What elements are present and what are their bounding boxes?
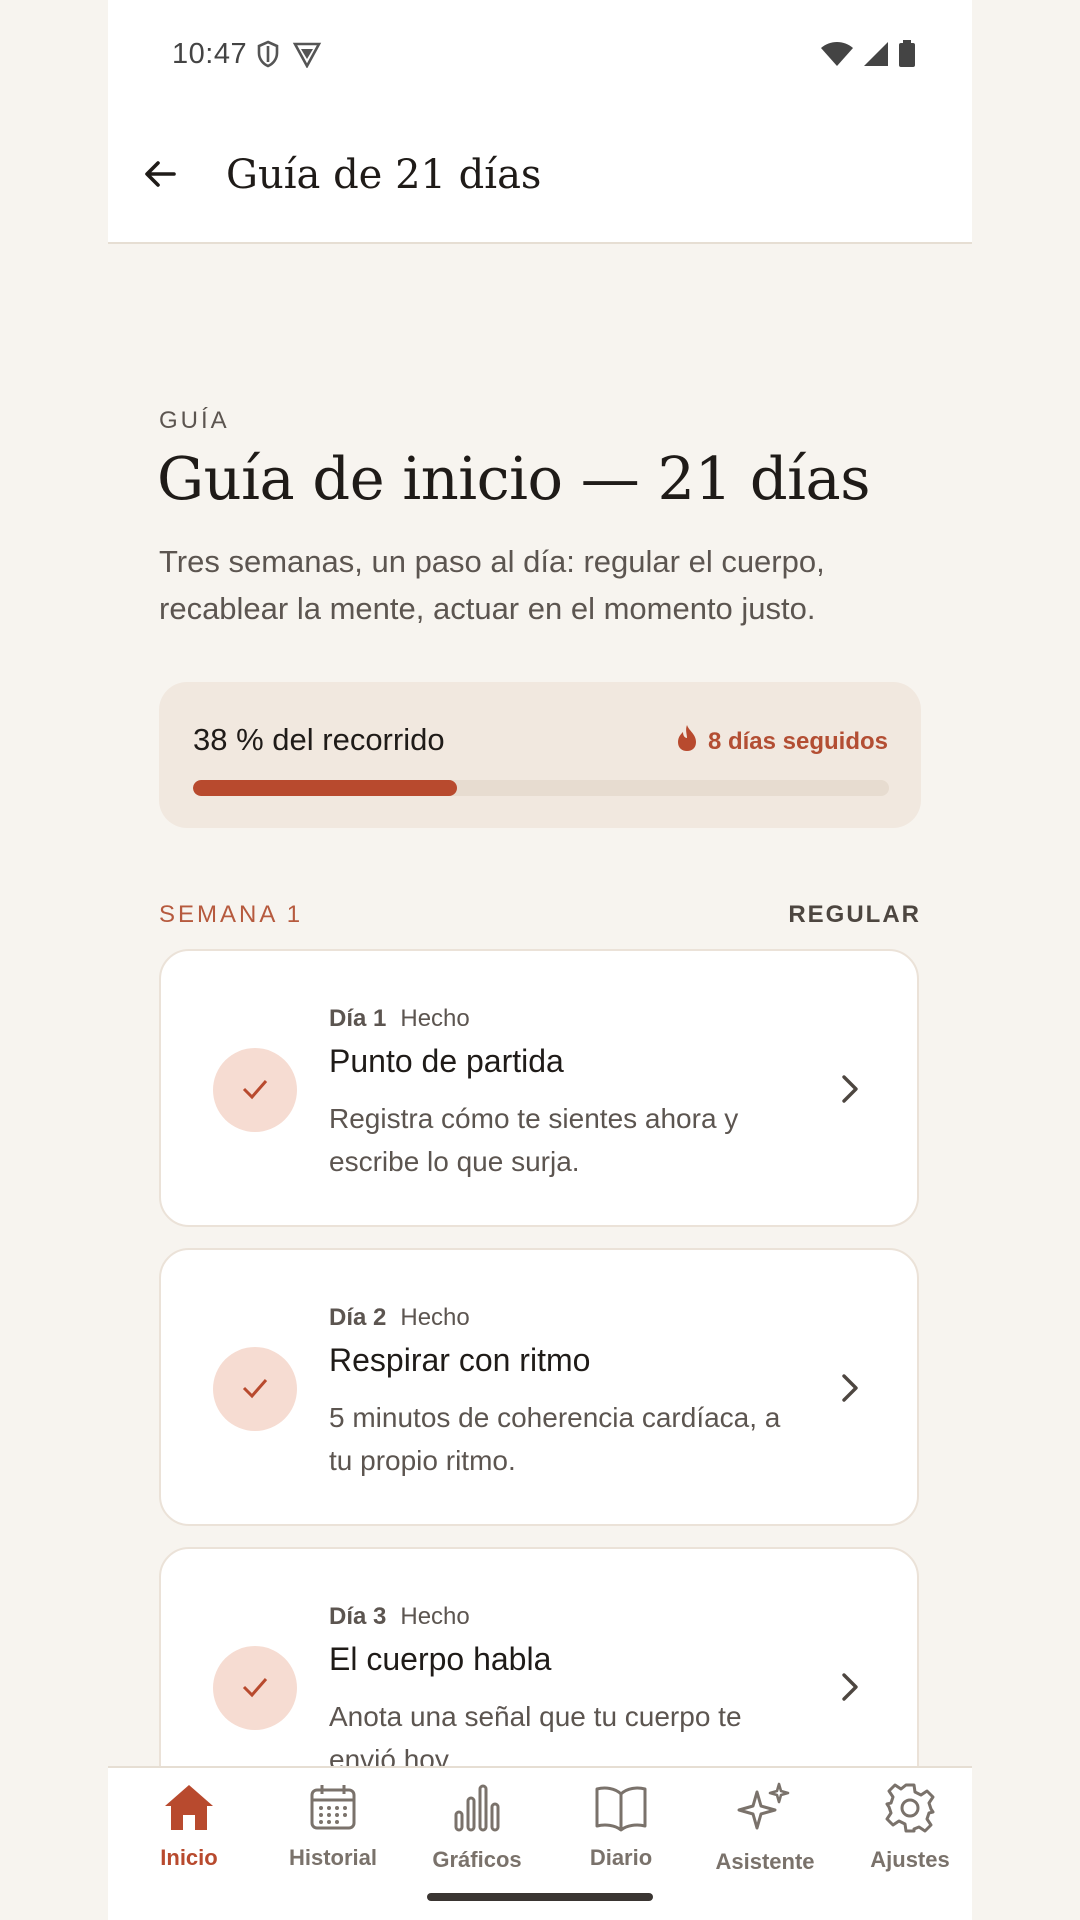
- progress-label: 38 % del recorrido: [193, 722, 445, 757]
- nav-item-ajustes[interactable]: Ajustes: [840, 1782, 972, 1892]
- nav-label: Ajustes: [870, 1847, 950, 1872]
- day-title: El cuerpo habla: [329, 1641, 552, 1677]
- day-number: Día 2: [329, 1304, 387, 1331]
- status-time: 10:47: [172, 38, 248, 70]
- streak-label: 8 días seguidos: [707, 727, 888, 755]
- home-icon: [162, 1782, 216, 1837]
- home-indicator[interactable]: [427, 1893, 653, 1901]
- chevron-right-icon: [835, 1667, 865, 1712]
- guide-eyebrow: GUÍA: [159, 407, 230, 434]
- page-subtitle: Tres semanas, un paso al día: regular el…: [159, 544, 825, 626]
- day-meta: Día 3 Hecho: [329, 1603, 470, 1631]
- done-check-circle: [213, 1347, 297, 1431]
- nav-item-historial[interactable]: Historial: [263, 1782, 403, 1892]
- wifi-icon: [820, 41, 854, 72]
- progress-bar: [193, 780, 889, 796]
- gear-icon: [884, 1782, 936, 1839]
- nav-label: Asistente: [715, 1849, 815, 1874]
- day-description: 5 minutos de coherencia cardíaca, a tu p…: [329, 1402, 781, 1476]
- day-status: Hecho: [400, 1304, 470, 1331]
- phone-screen: 10:47 Guía de 21 días GUÍA Guía de inici…: [108, 0, 972, 1920]
- app-bar: Guía de 21 días: [108, 110, 972, 244]
- check-icon: [239, 1072, 271, 1109]
- chevron-right-icon: [835, 1368, 865, 1413]
- nav-item-inicio[interactable]: Inicio: [119, 1782, 259, 1892]
- vpn-icon: [292, 40, 322, 73]
- app-bar-title: Guía de 21 días: [226, 152, 542, 198]
- week-label: SEMANA 1: [159, 901, 304, 928]
- calendar-icon: [308, 1782, 358, 1837]
- bar-chart-icon: [452, 1782, 502, 1839]
- week-theme: REGULAR: [788, 901, 921, 928]
- check-icon: [239, 1371, 271, 1408]
- nav-label: Diario: [589, 1845, 653, 1870]
- shield-icon: [256, 40, 280, 73]
- page-title: Guía de inicio — 21 días: [157, 444, 870, 513]
- day-card[interactable]: Día 2 Hecho Respirar con ritmo 5 minutos …: [159, 1248, 919, 1526]
- day-meta: Día 1 Hecho: [329, 1005, 470, 1033]
- day-title: Respirar con ritmo: [329, 1342, 591, 1378]
- day-title: Punto de partida: [329, 1043, 564, 1079]
- day-status: Hecho: [400, 1005, 470, 1032]
- arrow-left-icon: [140, 154, 180, 199]
- chevron-right-icon: [835, 1069, 865, 1114]
- nav-label: Historial: [288, 1845, 378, 1870]
- nav-item-asistente[interactable]: Asistente: [695, 1782, 835, 1892]
- day-number: Día 3: [329, 1603, 387, 1630]
- book-icon: [594, 1782, 648, 1837]
- sparkles-icon: [737, 1782, 793, 1841]
- nav-item-graficos[interactable]: Gráficos: [407, 1782, 547, 1892]
- progress-card: 38 % del recorrido 8 días seguidos: [159, 682, 921, 828]
- progress-bar-fill: [193, 780, 458, 796]
- done-check-circle: [213, 1646, 297, 1730]
- day-card[interactable]: Día 1 Hecho Punto de partida Registra cóm…: [159, 949, 919, 1227]
- nav-label: Gráficos: [432, 1847, 522, 1872]
- day-number: Día 1: [329, 1005, 387, 1032]
- day-description: Registra cómo te sientes ahora y escribe…: [329, 1103, 739, 1177]
- back-button[interactable]: [130, 146, 190, 206]
- day-meta: Día 2 Hecho: [329, 1304, 470, 1332]
- streak-badge: 8 días seguidos: [676, 724, 888, 759]
- signal-icon: [862, 41, 890, 72]
- nav-label: Inicio: [160, 1845, 218, 1870]
- flame-icon: [676, 724, 698, 759]
- status-bar: 10:47: [108, 0, 972, 110]
- battery-icon: [898, 40, 916, 73]
- check-icon: [239, 1670, 271, 1707]
- done-check-circle: [213, 1048, 297, 1132]
- nav-item-diario[interactable]: Diario: [551, 1782, 691, 1892]
- day-status: Hecho: [400, 1603, 470, 1630]
